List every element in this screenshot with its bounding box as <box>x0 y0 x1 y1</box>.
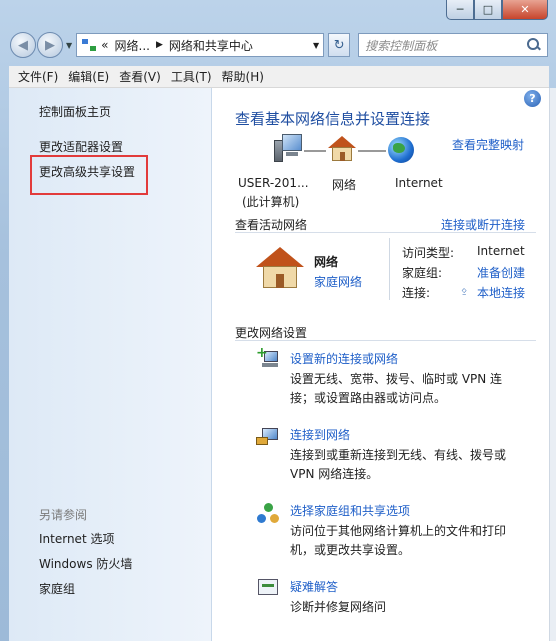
network-center-icon <box>81 38 97 52</box>
navigation-bar: ◀ ▶ ▼ « 网络... ▶ 网络和共享中心 ▼ ↻ 搜索控制面板 <box>10 30 548 60</box>
main-panel: ? 查看基本网络信息并设置连接 查看完整映射 USER-201... (此计算机… <box>212 88 549 641</box>
homegroup-dot <box>264 503 273 512</box>
connection-label: 连接: <box>402 286 431 300</box>
homegroup-sharing-icon <box>256 501 280 525</box>
home-network-icon <box>256 247 304 289</box>
page-title: 查看基本网络信息并设置连接 <box>235 110 431 128</box>
breadcrumb-network[interactable]: 网络... <box>115 37 150 54</box>
task-setup-connection-link[interactable]: 设置新的连接或网络 <box>290 350 398 367</box>
setup-base <box>262 363 278 367</box>
task-connect-network-desc: 连接到或重新连接到无线、有线、拨号或 VPN 网络连接。 <box>290 448 507 481</box>
chevron-down-icon[interactable]: ▼ <box>313 41 319 50</box>
setup-connection-icon: + <box>256 345 280 372</box>
minimize-button[interactable]: ─ <box>446 0 474 20</box>
plus-icon: + <box>256 345 268 361</box>
refresh-icon: ↻ <box>333 37 345 53</box>
task-setup-connection-desc: 设置无线、宽带、拨号、临时或 VPN 连接；或设置路由器或访问点。 <box>290 372 503 405</box>
internet-label: Internet <box>395 176 443 190</box>
ethernet-icon: ⍚ <box>461 282 469 296</box>
arrow-left-icon: ◀ <box>18 37 28 53</box>
map-connector <box>304 150 326 152</box>
menu-edit[interactable]: 编辑(E) <box>63 68 114 85</box>
arrow-right-icon: ▶ <box>45 37 55 53</box>
connect-network-icon <box>256 425 280 449</box>
computer-icon[interactable] <box>274 134 304 164</box>
connect-plug <box>256 437 268 445</box>
computer-label: USER-201... <box>238 176 309 190</box>
sidebar-link-windows-firewall[interactable]: Windows 防火墙 <box>39 555 132 572</box>
search-input[interactable]: 搜索控制面板 <box>358 33 548 57</box>
active-network-name: 网络 <box>314 255 339 269</box>
change-settings-header: 更改网络设置 <box>235 326 308 340</box>
internet-globe-icon[interactable] <box>388 137 414 163</box>
map-connector <box>358 150 386 152</box>
task-homegroup-sharing-desc: 访问位于其他网络计算机上的文件和打印机，或更改共享设置。 <box>290 524 507 557</box>
network-label: 网络 <box>332 178 357 192</box>
house-roof <box>256 247 304 267</box>
troubleshoot-icon <box>256 576 280 600</box>
sidebar-link-change-adapter-settings[interactable]: 更改适配器设置 <box>39 138 123 155</box>
divider <box>235 232 536 233</box>
homegroup-dot <box>270 514 279 523</box>
divider <box>235 340 536 341</box>
homegroup-dot <box>257 514 266 523</box>
chevron-right-icon[interactable]: ▶ <box>156 40 163 50</box>
close-button[interactable]: ✕ <box>502 0 548 20</box>
house-door <box>276 274 284 288</box>
menu-bar: 文件(F) 编辑(E) 查看(V) 工具(T) 帮助(H) <box>9 66 549 88</box>
content-area: 控制面板主页 更改适配器设置 更改高级共享设置 另请参阅 Internet 选项… <box>9 88 549 641</box>
homegroup-label: 家庭组: <box>402 266 443 280</box>
active-networks-header: 查看活动网络 <box>235 218 308 232</box>
troubleshoot-window <box>258 579 278 595</box>
house-door <box>340 152 345 161</box>
local-connection-link[interactable]: 本地连接 <box>477 284 525 301</box>
homegroup-ready-link[interactable]: 准备创建 <box>477 264 525 281</box>
task-connect-network-link[interactable]: 连接到网络 <box>290 426 350 443</box>
caption-buttons: ─ □ ✕ <box>446 0 548 20</box>
access-type-label: 访问类型: <box>402 246 455 260</box>
menu-view[interactable]: 查看(V) <box>114 68 166 85</box>
menu-tools[interactable]: 工具(T) <box>166 68 217 85</box>
search-icon[interactable] <box>527 38 541 52</box>
menu-file[interactable]: 文件(F) <box>13 68 63 85</box>
task-troubleshoot-desc: 诊断并修复网络问 <box>290 600 387 614</box>
window-frame: ─ □ ✕ ◀ ▶ ▼ « 网络... ▶ 网络和共享中心 ▼ ↻ 搜索控制面板… <box>0 0 556 641</box>
computer-label-sub: (此计算机) <box>242 195 300 209</box>
address-bar[interactable]: « 网络... ▶ 网络和共享中心 ▼ <box>76 33 325 57</box>
view-full-map-link[interactable]: 查看完整映射 <box>452 136 524 153</box>
network-type-link[interactable]: 家庭网络 <box>314 273 362 290</box>
highlight-annotation-box <box>30 155 148 195</box>
troubleshoot-bar <box>262 584 274 587</box>
computer-stand <box>286 152 298 156</box>
refresh-button[interactable]: ↻ <box>328 33 351 57</box>
task-troubleshoot-link[interactable]: 疑难解答 <box>290 578 338 595</box>
forward-button[interactable]: ▶ <box>37 32 63 58</box>
connect-disconnect-link[interactable]: 连接或断开连接 <box>441 216 525 233</box>
sidebar-link-homegroup[interactable]: 家庭组 <box>39 580 75 597</box>
recent-pages-dropdown[interactable]: ▼ <box>66 41 72 50</box>
divider <box>389 238 390 300</box>
breadcrumb-overflow[interactable]: « <box>101 38 108 52</box>
task-homegroup-sharing-link[interactable]: 选择家庭组和共享选项 <box>290 502 410 519</box>
computer-monitor <box>282 134 302 151</box>
access-type-value: Internet <box>477 244 525 258</box>
menu-help[interactable]: 帮助(H) <box>217 68 269 85</box>
help-icon[interactable]: ? <box>524 90 541 107</box>
back-button[interactable]: ◀ <box>10 32 36 58</box>
breadcrumb-network-sharing-center[interactable]: 网络和共享中心 <box>169 37 253 54</box>
see-also-header: 另请参阅 <box>39 508 88 522</box>
vertical-scrollbar[interactable] <box>549 88 556 641</box>
maximize-button[interactable]: □ <box>474 0 502 20</box>
sidebar: 控制面板主页 更改适配器设置 更改高级共享设置 另请参阅 Internet 选项… <box>9 88 212 641</box>
search-placeholder: 搜索控制面板 <box>365 38 438 53</box>
sidebar-link-control-panel-home[interactable]: 控制面板主页 <box>39 103 111 120</box>
sidebar-link-internet-options[interactable]: Internet 选项 <box>39 530 114 547</box>
network-house-icon[interactable] <box>328 136 356 162</box>
